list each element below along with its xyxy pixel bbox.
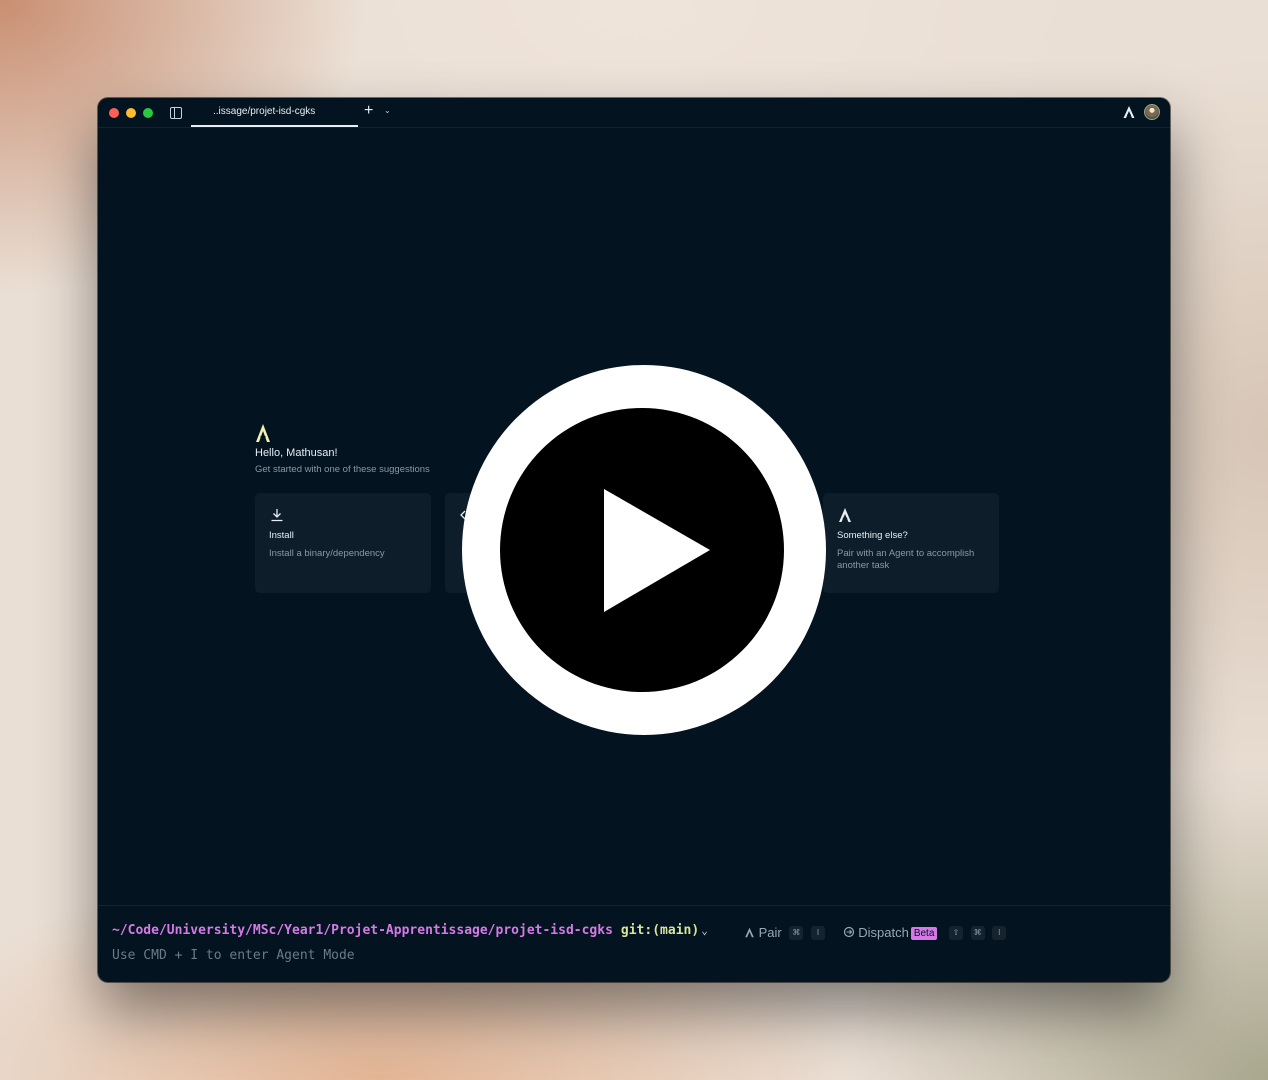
close-window-button[interactable] (109, 108, 119, 118)
minimize-window-button[interactable] (126, 108, 136, 118)
avatar[interactable] (1144, 104, 1160, 120)
git-branch[interactable]: git:(main) (621, 923, 699, 938)
shortcut-key: ⇧ (949, 925, 964, 940)
download-icon (271, 509, 283, 522)
dispatch-button[interactable]: Dispatch Beta (843, 925, 938, 941)
new-tab-button[interactable]: + (364, 102, 373, 120)
chevron-down-icon[interactable]: ⌄ (384, 106, 391, 115)
zoom-window-button[interactable] (143, 108, 153, 118)
sidebar-toggle-icon[interactable] (170, 107, 182, 119)
shortcut-key: ⌘ (970, 925, 985, 940)
prompt-line: ~/Code/University/MSc/Year1/Projet-Appre… (112, 923, 708, 938)
chevron-down-icon[interactable]: ⌄ (701, 924, 708, 937)
shortcut-key: ⌘ (789, 925, 804, 940)
current-directory: ~/Code/University/MSc/Year1/Projet-Appre… (112, 923, 613, 938)
dispatch-label: Dispatch (858, 925, 909, 941)
agent-mode-hint: Use CMD + I to enter Agent Mode (112, 948, 355, 963)
tab-active[interactable]: ..issage/projet-isd-cgks (191, 98, 358, 127)
card-description: Pair with an Agent to accomplish another… (837, 548, 975, 571)
pair-label: Pair (758, 925, 782, 941)
agent-logo-icon (839, 508, 851, 522)
greeting-subtitle: Get started with one of these suggestion… (255, 464, 430, 475)
shortcut-key: I (811, 925, 825, 940)
pair-button[interactable]: Pair (744, 925, 782, 940)
prompt-area[interactable]: ~/Code/University/MSc/Year1/Projet-Appre… (98, 905, 1170, 982)
shortcut-key: I (992, 925, 1007, 940)
beta-badge: Beta (910, 927, 938, 941)
card-title: Install (269, 530, 294, 541)
agent-logo-icon (256, 424, 270, 442)
greeting-heading: Hello, Mathusan! (255, 447, 338, 459)
title-bar: ..issage/projet-isd-cgks + ⌄ (98, 98, 1170, 128)
prompt-actions: Pair ⌘ I Dispatch Beta ⇧ ⌘ I (744, 924, 1007, 941)
suggestion-card-something-else[interactable]: Something else? Pair with an Agent to ac… (823, 493, 999, 593)
tab-label: ..issage/projet-isd-cgks (213, 106, 316, 117)
dispatch-icon (843, 926, 854, 938)
card-title: Something else? (837, 530, 908, 541)
play-button-icon[interactable] (461, 364, 827, 736)
agent-logo-icon (745, 927, 754, 938)
agent-logo-icon[interactable] (1122, 105, 1136, 119)
suggestion-card-install[interactable]: Install Install a binary/dependency (255, 493, 431, 593)
card-description: Install a binary/dependency (269, 548, 385, 559)
